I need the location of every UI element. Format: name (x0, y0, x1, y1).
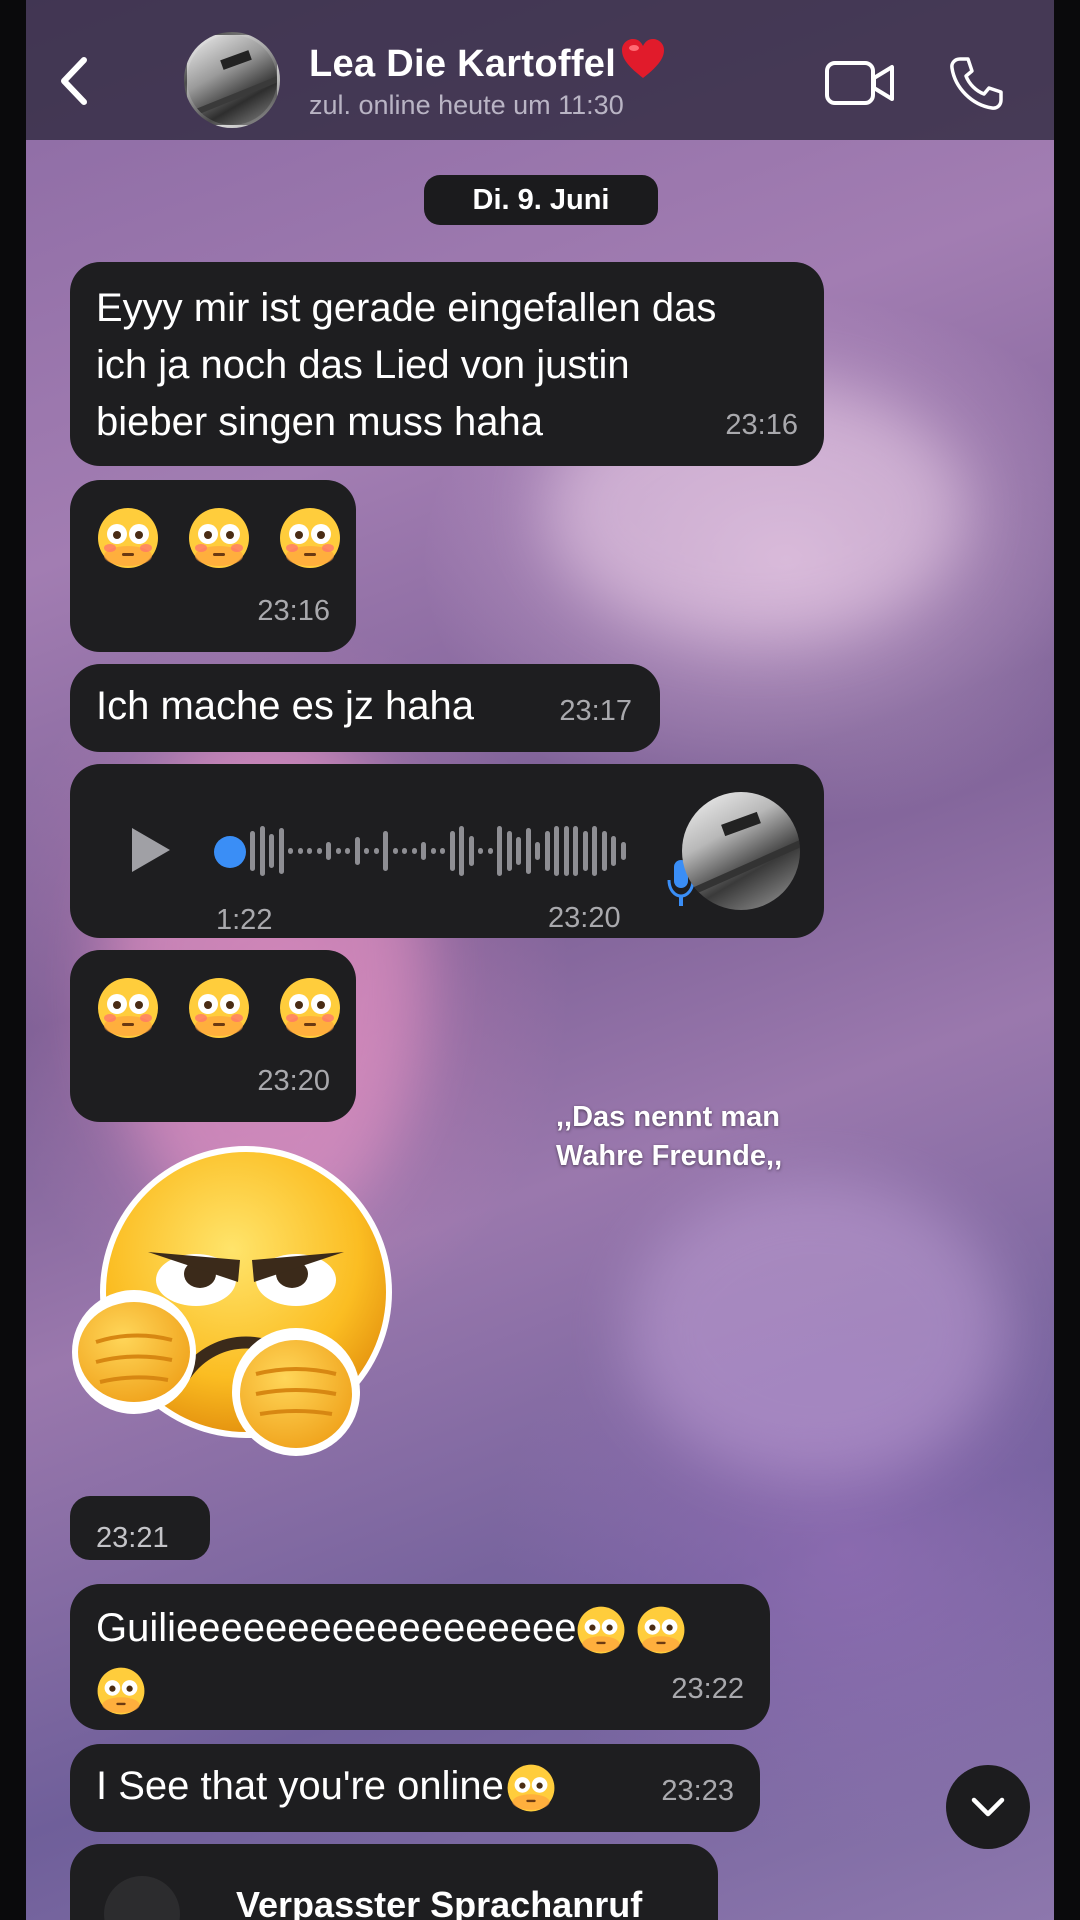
voice-duration: 1:22 (216, 904, 273, 936)
chat-header: Lea Die Kartoffel zul. online heute um 1… (26, 0, 1054, 140)
waveform-bar (487, 848, 493, 854)
message-time: 23:16 (257, 595, 330, 627)
flushed-face-emojis (96, 976, 342, 1040)
voice-waveform (250, 816, 640, 886)
message-text: Eyyy mir ist gerade eingefallen das ich … (96, 286, 717, 444)
flushed-face-icon (507, 1765, 555, 1812)
flushed-face-icon (578, 1607, 625, 1654)
waveform-bar (554, 826, 559, 876)
waveform-bar (411, 848, 417, 854)
message-text: Guilieeeeeeeeeeeeeeeeee (96, 1600, 686, 1718)
waveform-bar (402, 848, 407, 854)
waveform-bar (506, 831, 512, 871)
flushed-face-icon (280, 508, 341, 568)
message-time: 23:20 (257, 1065, 330, 1097)
scroll-to-bottom-button[interactable] (946, 1765, 1030, 1849)
last-seen-status: zul. online heute um 11:30 (309, 90, 624, 120)
contact-avatar[interactable] (184, 32, 280, 128)
back-chevron-icon[interactable] (48, 46, 98, 116)
flushed-face-emojis (96, 506, 342, 570)
chat-screen: Lea Die Kartoffel zul. online heute um 1… (26, 0, 1054, 1920)
waveform-bar (535, 842, 540, 860)
flushed-face-icon (189, 508, 250, 568)
waveform-bar (468, 836, 474, 866)
heart-emoji-icon (622, 39, 665, 78)
waveform-bar (525, 828, 531, 874)
play-icon[interactable] (128, 824, 174, 876)
angry-face-fists-sticker[interactable] (66, 1142, 406, 1482)
message-bubble[interactable]: Guilieeeeeeeeeeeeeeeeee 23:22 (70, 1584, 770, 1730)
flushed-face-icon (189, 978, 250, 1038)
date-separator: Di. 9. Juni (424, 175, 658, 225)
sender-avatar (682, 792, 800, 910)
message-text: Ich mache es jz haha (96, 684, 474, 728)
waveform-bar (592, 826, 597, 876)
waveform-bar (516, 837, 521, 865)
waveform-bar (354, 837, 360, 865)
flushed-face-icon (280, 978, 341, 1038)
missed-call-icon (104, 1876, 180, 1920)
message-text: Verpasster Sprachanruf (236, 1884, 643, 1920)
wallpaper-highlight (626, 1180, 1006, 1480)
message-time: 23:21 (96, 1522, 169, 1554)
waveform-bar (611, 836, 616, 866)
waveform-bar (582, 831, 588, 871)
waveform-bar (288, 848, 293, 854)
waveform-bar (307, 848, 312, 854)
waveform-bar (297, 848, 303, 854)
message-time: 23:22 (671, 1673, 744, 1705)
waveform-bar (392, 848, 398, 854)
waveform-bar (497, 826, 502, 876)
missed-call-bubble[interactable]: Verpasster Sprachanruf (70, 1844, 718, 1920)
message-bubble[interactable]: Ich mache es jz haha 23:17 (70, 664, 660, 752)
waveform-bar (345, 848, 350, 854)
waveform-bar (449, 831, 455, 871)
waveform-bar (421, 842, 426, 860)
phone-icon[interactable] (946, 54, 1006, 114)
contact-name[interactable]: Lea Die Kartoffel (309, 38, 666, 86)
message-time: 23:17 (559, 695, 632, 727)
waveform-bar (478, 848, 483, 854)
waveform-bar (326, 842, 331, 860)
voice-message-bubble[interactable]: 1:22 23:20 (70, 764, 824, 938)
waveform-bar (573, 826, 578, 876)
waveform-bar (250, 831, 255, 871)
waveform-bar (601, 831, 607, 871)
message-bubble[interactable]: Eyyy mir ist gerade eingefallen das ich … (70, 262, 824, 466)
waveform-bar (563, 826, 569, 876)
message-text: I See that you're online (96, 1758, 556, 1815)
waveform-bar (544, 831, 550, 871)
message-time: 23:20 (548, 902, 621, 934)
sticker-time-badge: 23:21 (70, 1496, 210, 1560)
waveform-bar (459, 826, 464, 876)
playback-scrubber[interactable] (214, 836, 246, 868)
waveform-bar (430, 848, 436, 854)
flushed-face-icon (97, 1668, 145, 1715)
video-call-icon[interactable] (824, 58, 896, 110)
waveform-bar (440, 848, 445, 854)
chevron-down-icon (971, 1797, 1005, 1817)
overlay-caption: ,,Das nennt man Wahre Freunde,, (556, 1101, 783, 1172)
message-time: 23:23 (661, 1775, 734, 1807)
message-bubble[interactable]: I See that you're online 23:23 (70, 1744, 760, 1832)
waveform-bar (259, 826, 265, 876)
message-bubble[interactable]: 23:20 (70, 950, 356, 1122)
waveform-bar (364, 848, 369, 854)
flushed-face-icon (98, 978, 158, 1038)
waveform-bar (383, 831, 388, 871)
waveform-bar (316, 848, 322, 854)
waveform-bar (335, 848, 341, 854)
flushed-face-icon (638, 1607, 685, 1654)
waveform-bar (620, 842, 626, 860)
waveform-bar (373, 848, 379, 854)
message-bubble[interactable]: 23:16 (70, 480, 356, 652)
message-time: 23:16 (725, 409, 798, 441)
flushed-face-icon (98, 508, 158, 568)
waveform-bar (278, 828, 284, 874)
waveform-bar (269, 834, 274, 868)
